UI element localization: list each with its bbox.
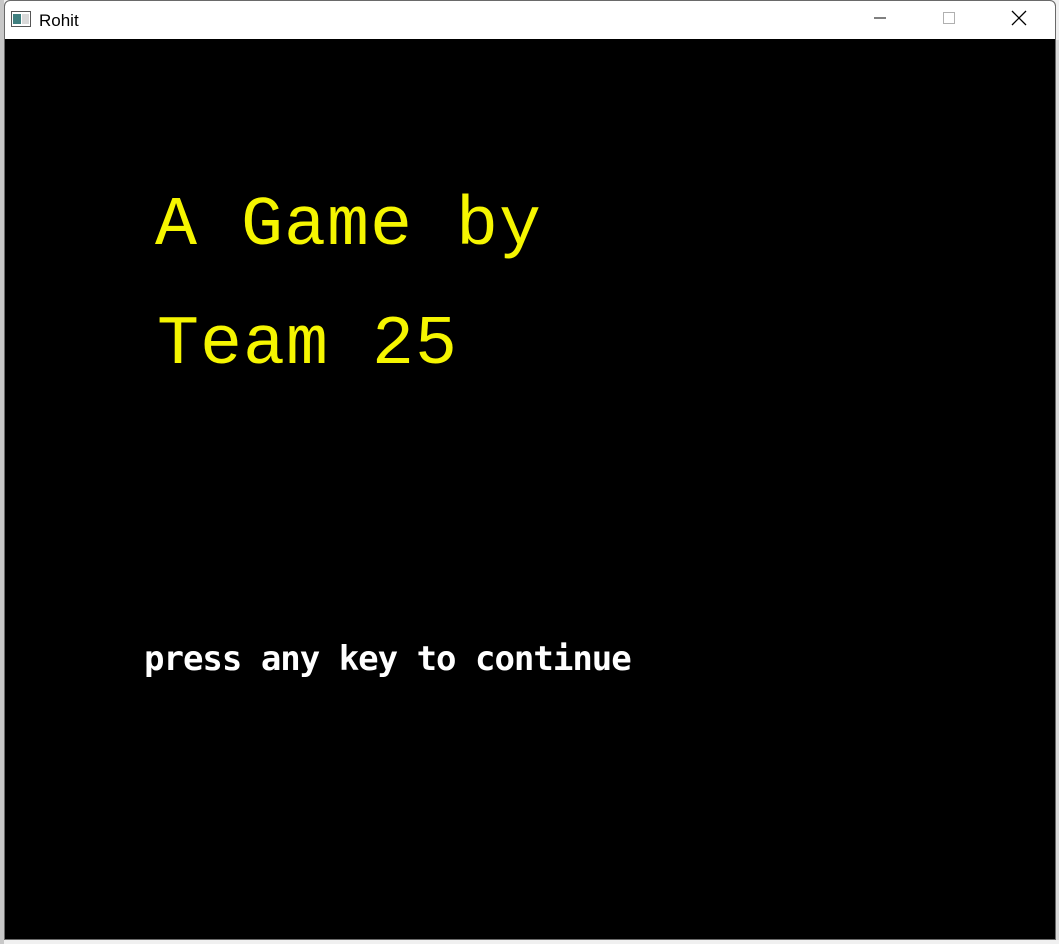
minimize-button[interactable] <box>857 1 903 39</box>
close-button[interactable] <box>996 1 1042 39</box>
close-icon <box>1010 9 1028 32</box>
title-line-2: Team 25 <box>157 306 459 385</box>
title-bar[interactable]: Rohit <box>5 1 1055 40</box>
game-canvas[interactable]: A Game by Team 25 press any key to conti… <box>5 39 1055 939</box>
minimize-icon <box>872 10 888 31</box>
continue-prompt: press any key to continue <box>144 639 632 679</box>
maximize-button[interactable] <box>926 1 972 39</box>
title-line-1: A Game by <box>155 187 543 266</box>
window-title: Rohit <box>39 11 79 30</box>
maximize-icon <box>941 10 957 31</box>
app-window-icon <box>11 11 31 27</box>
game-window: Rohit A Game by Team 25 press any key to… <box>4 0 1056 940</box>
